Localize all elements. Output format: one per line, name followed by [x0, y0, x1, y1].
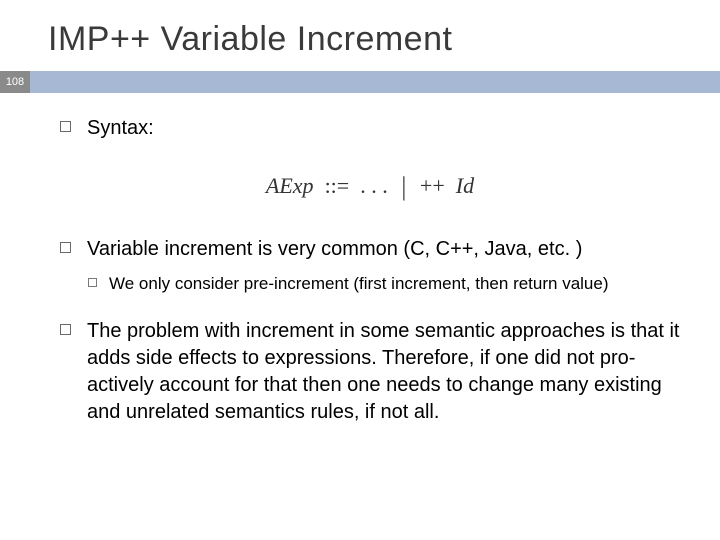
formula-op: ++ [420, 173, 445, 198]
bullet-common: Variable increment is very common (C, C+… [60, 236, 680, 263]
slide-number-badge: 108 [0, 71, 30, 93]
formula-rhs: Id [456, 173, 474, 198]
bullet-marker-icon [60, 242, 71, 253]
bullet-text: Variable increment is very common (C, C+… [87, 236, 582, 263]
bullet-marker-icon [60, 121, 71, 132]
slide-title: IMP++ Variable Increment [0, 0, 720, 71]
bullet-problem: The problem with increment in some seman… [60, 318, 680, 426]
bullet-text: The problem with increment in some seman… [87, 318, 680, 426]
formula-dots: . . . [360, 173, 388, 198]
sub-bullet-marker-icon [88, 278, 97, 287]
bullet-syntax: Syntax: [60, 115, 680, 142]
slide-number-bar: 108 [0, 71, 720, 93]
bullet-marker-icon [60, 324, 71, 335]
formula-def: ::= [325, 173, 350, 198]
syntax-formula: AExp ::= . . . | ++ Id [60, 170, 680, 200]
bullet-text: Syntax: [87, 115, 154, 142]
sub-bullet-text: We only consider pre-increment (first in… [109, 273, 609, 296]
formula-separator: | [401, 172, 406, 201]
slide-content: Syntax: AExp ::= . . . | ++ Id Variable … [0, 93, 720, 426]
sub-bullet-preincrement: We only consider pre-increment (first in… [88, 273, 680, 296]
formula-lhs: AExp [266, 173, 314, 198]
